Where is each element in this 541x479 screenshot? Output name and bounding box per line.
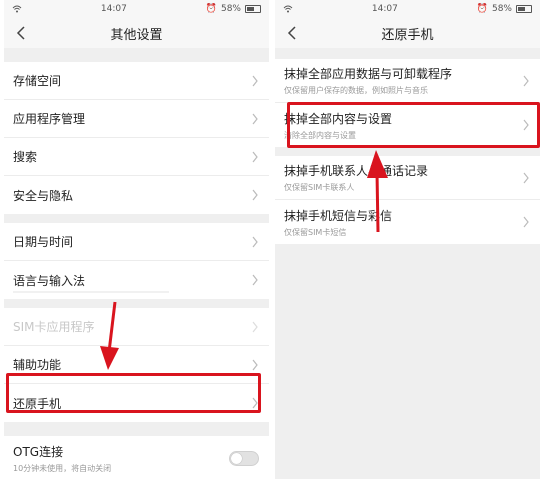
option-label: 抹掉全部内容与设置 [284, 111, 393, 126]
back-arrow-icon[interactable] [14, 25, 30, 41]
page-title: 还原手机 [381, 27, 434, 43]
battery-percent: 58% [220, 4, 241, 14]
otg-texts: OTG连接 10分钟未使用，将自动关闭 [13, 443, 111, 474]
option-subtitle: 清除全部内容与设置 [284, 130, 356, 140]
watermark-overlay [13, 291, 169, 293]
chevron-right-icon [252, 151, 258, 162]
chevron-right-icon [252, 321, 258, 332]
option-texts: 抹掉全部应用数据与可卸载程序 仅保留用户保存的数据，例如照片与音乐 [284, 65, 452, 96]
chevron-right-icon [252, 397, 258, 409]
settings-item-label: 辅助功能 [13, 358, 62, 372]
reset-options-group-1: 抹掉全部应用数据与可卸载程序 仅保留用户保存的数据，例如照片与音乐 抹掉全部内容… [275, 59, 540, 147]
settings-item-sim-apps[interactable]: SIM卡应用程序 [4, 308, 269, 346]
chevron-right-icon [252, 359, 258, 370]
settings-item-subtitle: 10分钟未使用，将自动关闭 [13, 463, 112, 473]
chevron-right-icon [252, 274, 258, 286]
option-texts: 抹掉手机短信与彩信 仅保留SIM卡短信 [284, 207, 392, 238]
alarm-icon: ⏰ [205, 4, 217, 14]
option-subtitle: 仅保留SIM卡联系人 [284, 183, 355, 192]
settings-item-label: 还原手机 [13, 396, 62, 411]
option-label: 抹掉手机短信与彩信 [284, 208, 393, 223]
settings-item-accessibility[interactable]: 辅助功能 [4, 346, 269, 384]
back-arrow-icon[interactable] [285, 25, 301, 41]
settings-item-reset-phone[interactable]: 还原手机 [4, 384, 269, 422]
option-texts: 抹掉全部内容与设置 清除全部内容与设置 [284, 110, 392, 141]
title-bar: 其他设置 [4, 18, 269, 48]
wifi-icon [283, 5, 293, 13]
option-label: 抹掉手机联系人与通话记录 [284, 164, 429, 178]
chevron-right-icon [523, 75, 529, 86]
settings-group-3: SIM卡应用程序 辅助功能 还原手机 [4, 308, 269, 422]
option-subtitle: 仅保留SIM卡短信 [284, 227, 347, 237]
settings-item-storage[interactable]: 存储空间 [4, 62, 269, 100]
settings-item-label: OTG连接 [13, 444, 64, 459]
settings-item-label: 日期与时间 [13, 235, 74, 249]
reset-option-erase-messages[interactable]: 抹掉手机短信与彩信 仅保留SIM卡短信 [275, 200, 540, 244]
reset-option-erase-all[interactable]: 抹掉全部内容与设置 清除全部内容与设置 [275, 103, 540, 147]
chevron-right-icon [523, 216, 529, 228]
reset-options-group-2: 抹掉手机联系人与通话记录 仅保留SIM卡联系人 抹掉手机短信与彩信 仅保留SIM… [275, 156, 540, 244]
chevron-right-icon [252, 75, 258, 86]
wifi-icon [12, 5, 22, 13]
settings-item-label: 搜索 [13, 150, 38, 164]
right-phone-screen: 14:07 ⏰ 58% 还原手机 抹掉全部应用数据与可卸载程序 仅保留用户保存的… [275, 0, 540, 479]
settings-group-4: OTG连接 10分钟未使用，将自动关闭 [4, 436, 269, 479]
option-subtitle: 仅保留用户保存的数据，例如照片与音乐 [284, 86, 428, 95]
chevron-right-icon [523, 119, 529, 131]
settings-item-language[interactable]: 语言与输入法 [4, 261, 269, 299]
status-time: 14:07 [371, 4, 398, 14]
status-bar: 14:07 ⏰ 58% [4, 0, 269, 18]
chevron-right-icon [252, 189, 258, 201]
settings-item-label: 语言与输入法 [13, 273, 86, 288]
reset-option-erase-contacts[interactable]: 抹掉手机联系人与通话记录 仅保留SIM卡联系人 [275, 156, 540, 200]
battery-icon [244, 5, 261, 13]
chevron-right-icon [252, 113, 258, 124]
settings-item-app-manager[interactable]: 应用程序管理 [4, 100, 269, 138]
settings-item-label: 安全与隐私 [13, 188, 74, 203]
settings-item-label: 应用程序管理 [13, 112, 86, 126]
settings-item-label: SIM卡应用程序 [13, 320, 95, 334]
page-title: 其他设置 [110, 27, 163, 43]
option-label: 抹掉全部应用数据与可卸载程序 [284, 67, 453, 81]
reset-option-erase-apps[interactable]: 抹掉全部应用数据与可卸载程序 仅保留用户保存的数据，例如照片与音乐 [275, 59, 540, 103]
settings-group-1: 存储空间 应用程序管理 搜索 安全与隐私 [4, 62, 269, 214]
settings-item-security[interactable]: 安全与隐私 [4, 176, 269, 214]
status-time: 14:07 [100, 4, 127, 14]
status-bar: 14:07 ⏰ 58% [275, 0, 540, 18]
alarm-icon: ⏰ [476, 4, 488, 14]
left-phone-screen: 14:07 ⏰ 58% 其他设置 存储空间 应用程序管理 搜索 安全与隐私 日期… [4, 0, 269, 479]
battery-percent: 58% [491, 4, 512, 14]
settings-item-date-time[interactable]: 日期与时间 [4, 223, 269, 261]
option-texts: 抹掉手机联系人与通话记录 仅保留SIM卡联系人 [284, 162, 428, 193]
settings-item-label: 存储空间 [13, 74, 62, 88]
otg-toggle[interactable] [229, 450, 259, 466]
chevron-right-icon [523, 172, 529, 183]
title-bar: 还原手机 [275, 18, 540, 48]
chevron-right-icon [252, 236, 258, 247]
settings-group-2: 日期与时间 语言与输入法 [4, 223, 269, 299]
settings-item-otg[interactable]: OTG连接 10分钟未使用，将自动关闭 [4, 436, 269, 479]
battery-icon [515, 5, 532, 13]
settings-item-search[interactable]: 搜索 [4, 138, 269, 176]
